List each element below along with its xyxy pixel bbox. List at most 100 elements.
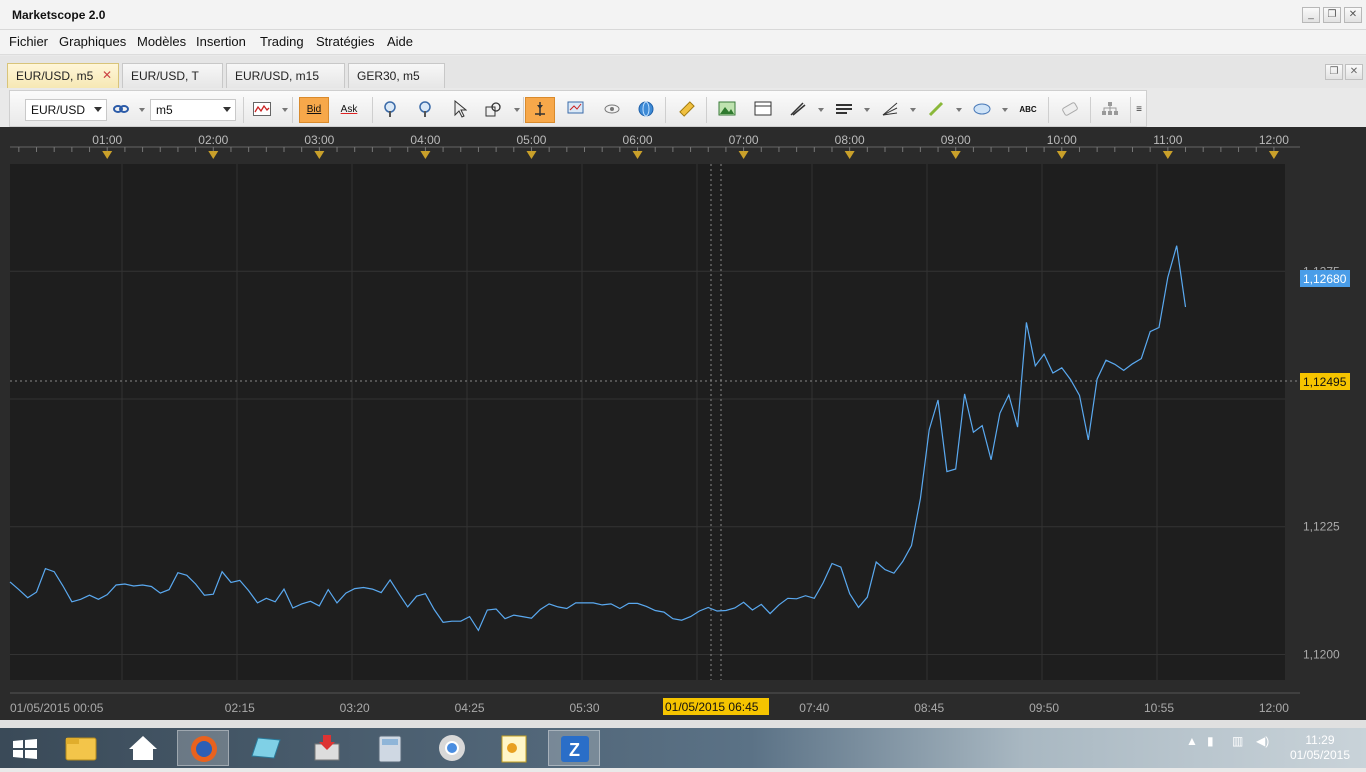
zoom-out-icon[interactable]	[411, 97, 439, 123]
shape-dropdown-icon[interactable]	[1002, 108, 1008, 112]
chart-type-dropdown-icon[interactable]	[282, 108, 288, 112]
trend-tools-icon[interactable]	[784, 97, 812, 123]
top-time-label: 09:00	[941, 133, 971, 147]
crosshair-mode-icon[interactable]	[525, 97, 555, 123]
bottom-time-label: 07:40	[799, 701, 829, 715]
firefox-icon[interactable]	[177, 730, 229, 766]
chart-type-icon[interactable]	[248, 97, 276, 123]
screenshot-icon[interactable]	[713, 97, 741, 123]
menu-modeles[interactable]: Modèles	[137, 34, 186, 49]
toolbar-separator	[1048, 97, 1049, 123]
top-time-label: 02:00	[198, 133, 228, 147]
tab-label: EUR/USD, T	[131, 69, 199, 83]
menu-insertion[interactable]: Insertion	[196, 34, 246, 49]
text-tool-icon[interactable]: ABC	[1014, 97, 1042, 123]
price-scale-gutter	[1285, 149, 1301, 693]
template-icon[interactable]	[749, 97, 777, 123]
price-chart[interactable]: 01:00 02:00 03:00 04:00 05:00 06:00 07:00 08:00…	[0, 127, 1366, 720]
bid-button[interactable]: Bid	[299, 97, 329, 123]
tab-ger30-m5[interactable]: GER30, m5	[348, 63, 445, 88]
marketscope-icon[interactable]: Z	[548, 730, 600, 766]
toolbar-separator	[523, 97, 524, 123]
link-dropdown-icon[interactable]	[139, 108, 145, 112]
bottom-time-label: 02:15	[225, 701, 255, 715]
tab-eurusd-m5[interactable]: EUR/USD, m5 ✕	[7, 63, 119, 88]
menu-strategies[interactable]: Stratégies	[316, 34, 375, 49]
show-hidden-icons[interactable]: ▲	[1186, 734, 1198, 748]
zoom-in-icon[interactable]	[376, 97, 404, 123]
ask-button[interactable]: Ask	[334, 97, 364, 123]
trend-dropdown-icon[interactable]	[818, 108, 824, 112]
toolbar-separator	[665, 97, 666, 123]
crosshair-price-tag: 1,12495	[1300, 373, 1350, 390]
top-time-label: 04:00	[410, 133, 440, 147]
tab-close-button[interactable]: ✕	[1345, 64, 1363, 80]
globe-icon[interactable]	[632, 97, 660, 123]
tab-restore-button[interactable]: ❐	[1325, 64, 1343, 80]
calculator-icon[interactable]	[364, 730, 416, 766]
bottom-time-label: 10:55	[1144, 701, 1174, 715]
toolbar-separator	[292, 97, 293, 123]
shape-ellipse-icon[interactable]	[968, 97, 996, 123]
volume-icon[interactable]: ◀)	[1256, 734, 1269, 748]
price-axis-label: 1,1200	[1303, 647, 1340, 661]
timeframe-select[interactable]: m5	[150, 99, 236, 121]
crosshair-time-label: 01/05/2015 06:45	[665, 700, 759, 714]
bottom-panel-edge	[0, 720, 1366, 728]
installer-icon[interactable]	[301, 730, 353, 766]
menu-bar: Fichier Graphiques Modèles Insertion Tra…	[0, 30, 1366, 55]
menu-fichier[interactable]: Fichier	[9, 34, 48, 49]
svg-text:Z: Z	[569, 740, 580, 760]
toolbar-separator	[706, 97, 707, 123]
start-icon[interactable]	[0, 730, 50, 766]
top-time-label: 10:00	[1047, 133, 1077, 147]
pointer-icon[interactable]	[445, 97, 473, 123]
bottom-time-label: 08:45	[914, 701, 944, 715]
pencil-dropdown-icon[interactable]	[956, 108, 962, 112]
top-time-label: 06:00	[623, 133, 653, 147]
visibility-icon[interactable]	[598, 97, 626, 123]
chart-area[interactable]: 01:00 02:00 03:00 04:00 05:00 06:00 07:00 08:00…	[0, 127, 1366, 720]
top-time-label: 11:00	[1153, 133, 1182, 147]
link-icon[interactable]	[107, 97, 135, 123]
restore-button[interactable]: ❐	[1323, 7, 1341, 23]
network-icon[interactable]: ▥	[1232, 734, 1243, 748]
home-icon[interactable]	[117, 730, 169, 766]
top-time-label: 05:00	[516, 133, 546, 147]
image-viewer-icon[interactable]	[488, 730, 540, 766]
zoom-dropdown-icon[interactable]	[514, 108, 520, 112]
channel-dropdown-icon[interactable]	[864, 108, 870, 112]
window-title: Marketscope 2.0	[12, 8, 106, 22]
menu-trading[interactable]: Trading	[260, 34, 304, 49]
toolbar-overflow-icon[interactable]: ≡	[1132, 97, 1146, 123]
close-tab-icon[interactable]: ✕	[102, 68, 112, 82]
menu-aide[interactable]: Aide	[387, 34, 413, 49]
eraser-icon[interactable]	[1056, 97, 1084, 123]
channel-tools-icon[interactable]	[830, 97, 858, 123]
bottom-time-label: 12:00	[1259, 701, 1289, 715]
menu-graphiques[interactable]: Graphiques	[59, 34, 126, 49]
tab-eurusd-t[interactable]: EUR/USD, T	[122, 63, 223, 88]
chart-properties-icon[interactable]	[562, 97, 590, 123]
plot-area	[10, 164, 1285, 680]
hierarchy-icon[interactable]	[1096, 97, 1124, 123]
system-clock[interactable]: 11:29 01/05/2015	[1290, 733, 1350, 763]
instrument-select[interactable]: EUR/USD	[25, 99, 107, 121]
tab-eurusd-m15[interactable]: EUR/USD, m15	[226, 63, 345, 88]
file-explorer-icon[interactable]	[56, 730, 108, 766]
pencil-icon[interactable]	[922, 97, 950, 123]
clock-time: 11:29	[1305, 733, 1335, 747]
minimize-button[interactable]: _	[1302, 7, 1320, 23]
notes-icon[interactable]	[240, 730, 292, 766]
top-time-label: 12:00	[1259, 133, 1289, 147]
close-button[interactable]: ✕	[1344, 7, 1362, 23]
top-time-label: 07:00	[729, 133, 759, 147]
ruler-icon[interactable]	[672, 97, 700, 123]
fan-dropdown-icon[interactable]	[910, 108, 916, 112]
chrome-icon[interactable]	[426, 730, 478, 766]
fan-tools-icon[interactable]	[876, 97, 904, 123]
device-icon[interactable]: ▮	[1207, 734, 1214, 748]
zoom-area-icon[interactable]	[480, 97, 508, 123]
toolbar-separator	[372, 97, 373, 123]
crosshair-time-tag: 01/05/2015 06:45	[663, 698, 769, 715]
